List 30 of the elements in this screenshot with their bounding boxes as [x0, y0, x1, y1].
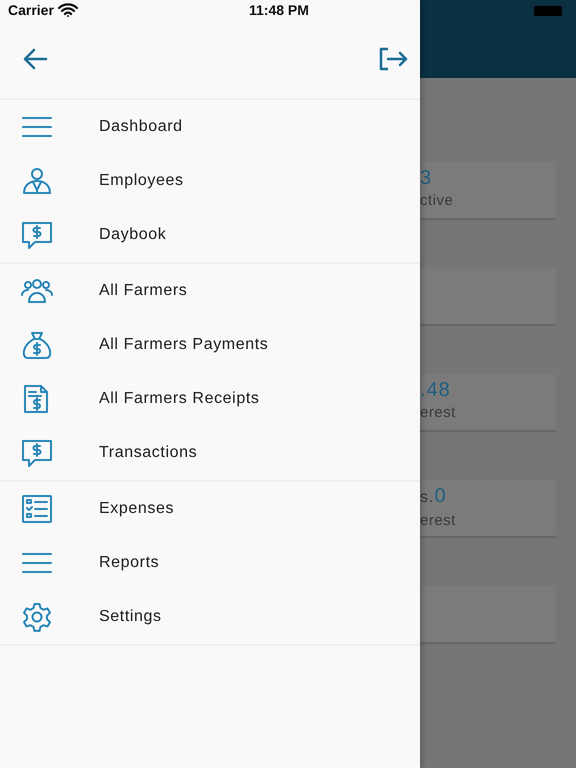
- menu-item[interactable]: Dashboard: [0, 100, 420, 154]
- menu-item[interactable]: All Farmers Payments: [0, 318, 420, 372]
- battery-icon: [534, 6, 562, 16]
- stat-value: .48: [420, 379, 451, 401]
- stat-value: 0: [434, 485, 447, 507]
- money-bag-icon: [20, 330, 54, 360]
- stat-label: erest: [420, 512, 456, 529]
- menu-item[interactable]: Daybook: [0, 208, 420, 262]
- group-icon: [20, 276, 54, 306]
- wifi-icon: [58, 3, 78, 17]
- menu-item[interactable]: Expenses: [0, 482, 420, 536]
- stat-value: 3: [420, 167, 432, 189]
- menu-item[interactable]: Reports: [0, 536, 420, 590]
- menu-item[interactable]: Settings: [0, 590, 420, 644]
- stat-label: erest: [420, 404, 456, 421]
- back-arrow-icon[interactable]: [22, 48, 48, 70]
- menu-item[interactable]: Employees: [0, 154, 420, 208]
- status-time: 11:48 PM: [249, 0, 309, 20]
- stat-label: ctive: [420, 192, 454, 209]
- menu-item[interactable]: Transactions: [0, 426, 420, 480]
- settings-icon: [20, 602, 54, 632]
- carrier-label: Carrier: [8, 0, 54, 20]
- menu-item[interactable]: All Farmers Receipts: [0, 372, 420, 426]
- employee-icon: [20, 166, 54, 196]
- dollar-chat-icon: [20, 438, 54, 468]
- dollar-chat-icon: [20, 220, 54, 250]
- checklist-icon: [20, 494, 54, 524]
- menu-item[interactable]: All Farmers: [0, 264, 420, 318]
- stat-prefix: s.: [420, 489, 434, 506]
- logout-icon[interactable]: [378, 47, 408, 71]
